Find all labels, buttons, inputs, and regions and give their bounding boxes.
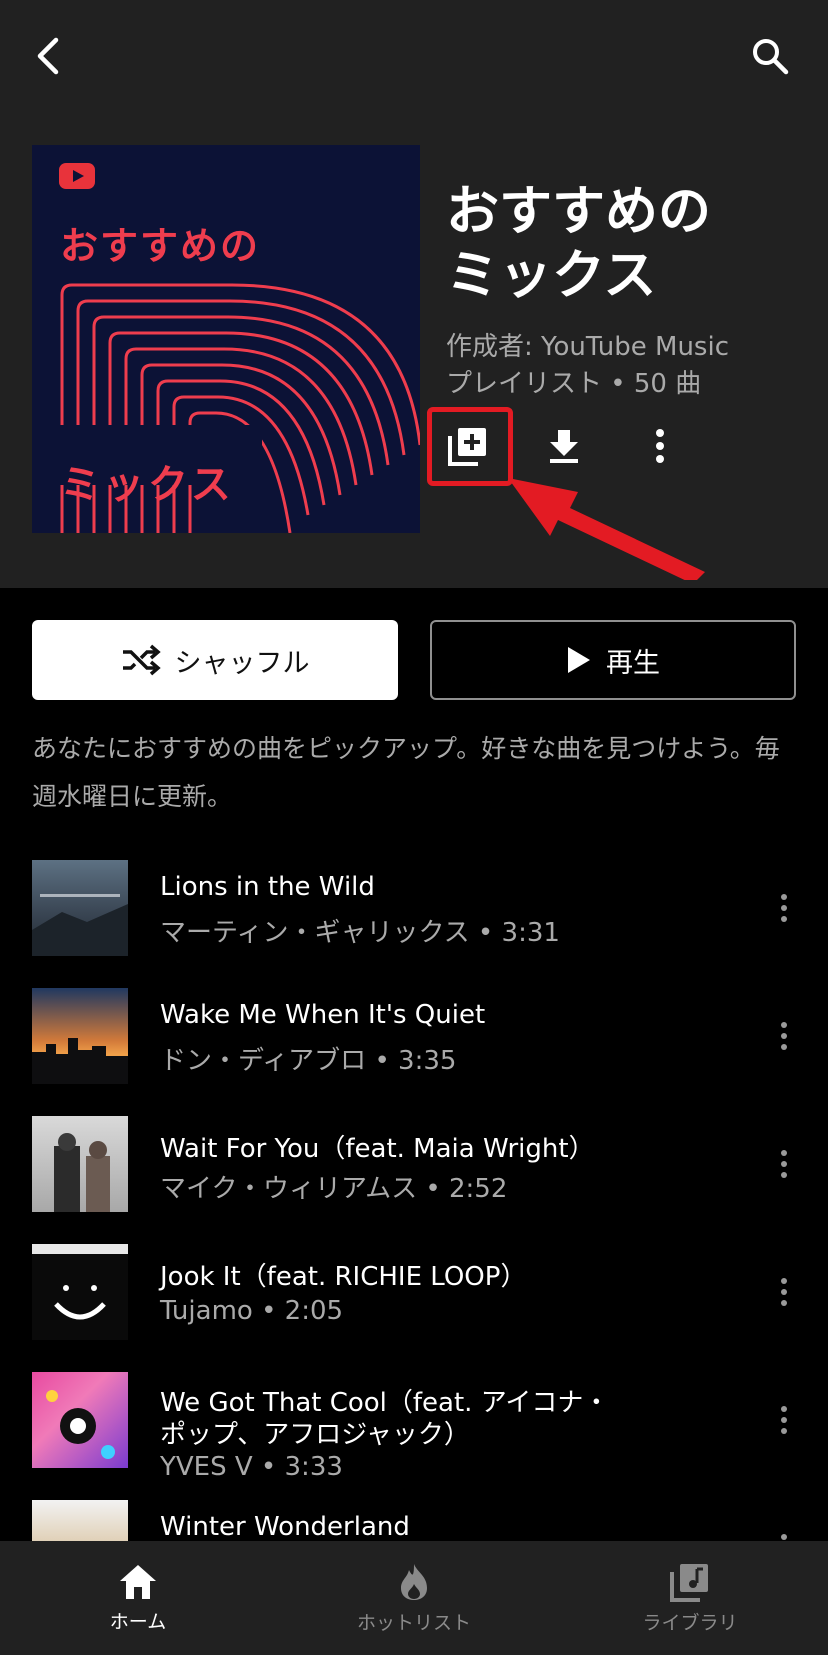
track-subtitle: ドン・ディアブロ • 3:35 — [160, 1046, 457, 1076]
track-subtitle: YVES V • 3:33 — [160, 1452, 343, 1482]
nav-item-home[interactable]: ホーム — [0, 1541, 276, 1655]
track-thumbnail — [32, 1116, 128, 1212]
nav-item-hotlist[interactable]: ホットリスト — [276, 1541, 552, 1655]
shuffle-icon — [122, 644, 161, 676]
cover-subtitle: ミックス — [60, 462, 235, 508]
home-icon — [120, 1564, 156, 1599]
back-button[interactable] — [22, 28, 78, 84]
track-title: Wait For You（feat. Maia Wright） — [160, 1134, 595, 1164]
nav-label-library: ライブラリ — [642, 1611, 738, 1634]
annotation-arrow — [508, 478, 705, 580]
playlist-header: おすすめの ミックス おすすめの ミックス 作成者: YouTube Music… — [0, 0, 828, 588]
track-menu-button[interactable] — [766, 1136, 802, 1192]
playlist-cover-image: おすすめの ミックス — [32, 145, 420, 533]
track-menu-button[interactable] — [766, 1392, 802, 1448]
album-art-icon — [32, 894, 128, 956]
play-icon — [568, 647, 590, 673]
playlist-title-line1: おすすめの — [446, 181, 711, 242]
download-icon — [550, 430, 578, 463]
bottom-navigation: ホーム ホットリスト ライブラリ — [0, 1541, 828, 1655]
playlist-author: 作成者: YouTube Music — [446, 332, 729, 362]
track-thumbnail — [32, 1244, 128, 1340]
track-menu-button[interactable] — [766, 880, 802, 936]
flame-icon — [401, 1563, 427, 1600]
track-title: Wake Me When It's Quiet — [160, 1000, 486, 1030]
nav-label-hotlist: ホットリスト — [356, 1611, 471, 1634]
playlist-description: あなたにおすすめの曲をピックアップ。好きな曲を見つけよう。毎週水曜日に更新。 — [32, 734, 780, 811]
track-title-line2: ポップ、アフロジャック） — [160, 1420, 470, 1450]
search-button[interactable] — [742, 28, 798, 84]
track-subtitle: Tujamo • 2:05 — [160, 1296, 344, 1326]
playlist-title: おすすめの ミックス — [446, 180, 816, 308]
play-button[interactable]: 再生 — [430, 620, 796, 700]
play-label: 再生 — [606, 647, 660, 679]
track-subtitle: マイク・ウィリアムス • 2:52 — [160, 1174, 508, 1204]
track-menu-button[interactable] — [766, 1264, 802, 1320]
nav-label-home: ホーム — [109, 1610, 167, 1633]
download-button[interactable] — [532, 414, 596, 478]
nav-item-library[interactable]: ライブラリ — [552, 1541, 828, 1655]
youtube-logo-icon — [59, 163, 95, 189]
album-art-icon — [46, 1390, 115, 1459]
shuffle-button[interactable]: シャッフル — [32, 620, 398, 700]
shuffle-label: シャッフル — [174, 647, 310, 679]
track-title: Winter Wonderland — [160, 1512, 410, 1542]
album-art-icon — [54, 1133, 110, 1212]
chevron-left-icon — [37, 37, 59, 75]
album-art-icon — [32, 1038, 128, 1084]
more-vert-icon — [656, 429, 664, 463]
library-music-icon — [670, 1563, 708, 1602]
track-menu-button[interactable] — [766, 1008, 802, 1064]
track-thumbnail — [32, 1372, 128, 1468]
track-thumbnail — [32, 988, 128, 1084]
more-options-button[interactable] — [628, 414, 692, 478]
playlist-title-line2: ミックス — [446, 245, 657, 306]
playlist-meta: プレイリスト • 50 曲 — [446, 369, 702, 399]
track-title: Lions in the Wild — [160, 872, 375, 902]
track-thumbnail — [32, 860, 128, 956]
track-title: Jook It（feat. RICHIE LOOP） — [160, 1262, 527, 1292]
cover-title: おすすめの — [60, 224, 261, 268]
track-subtitle: マーティン・ギャリックス • 3:31 — [160, 918, 560, 948]
search-icon — [753, 39, 789, 75]
album-art-icon — [32, 1244, 128, 1320]
